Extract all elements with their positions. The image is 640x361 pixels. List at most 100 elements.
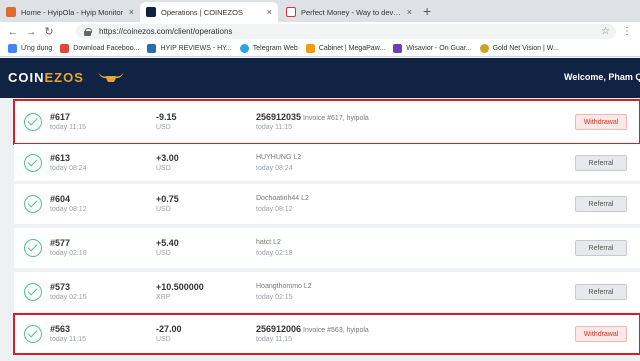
description-date: today 02:18 [256,250,293,257]
operation-currency: USD [156,206,171,213]
operation-amount: +5.40 [156,238,179,248]
description-date: today 11:15 [256,124,293,131]
close-icon[interactable]: × [129,7,134,17]
description-date: today 02:15 [256,294,293,301]
bookmark-label: Download Faceboo... [73,45,140,52]
close-icon[interactable]: × [407,7,412,17]
operation-date: today 08:24 [50,165,87,172]
operation-amount: +10.500000 [156,282,204,292]
logo-text: COIN [8,70,45,85]
operation-id: #604 [50,194,71,204]
operation-description: 256912006 Invoice #563, hyipola [256,324,369,334]
withdrawal-button[interactable]: Withdrawal [575,326,627,342]
operation-description: 256912035 Invoice #617, hyipola [256,112,369,122]
coinezos-logo[interactable]: COINEZOS [8,70,84,85]
operation-row: #617 today 11:15 -9.15 USD 256912035 Inv… [13,99,640,145]
operation-description: Dochoatinh44 L2 [256,195,309,202]
operation-amount: -27.00 [156,324,182,334]
url-text: https://coinezos.com/client/operations [99,27,233,36]
operation-row: #604 today 08:12 +0.75 USD Dochoatinh44 … [14,184,640,224]
referral-button[interactable]: Referral [575,284,627,300]
bookmark-label: Ứng dụng [21,45,53,52]
logo-accent-text: EZOS [44,70,84,85]
operation-date: today 02:15 [50,294,87,301]
operation-id: #617 [50,112,71,122]
description-text: Invoice #563, hyipola [303,327,369,334]
description-date: today 08:24 [256,165,293,172]
address-bar[interactable]: https://coinezos.com/client/operations ☆ [76,24,616,39]
operation-amount: +0.75 [156,194,179,204]
forward-arrow-icon[interactable]: → [22,26,40,38]
operation-description: Hoangthommo L2 [256,283,312,290]
new-tab-button[interactable]: + [423,3,431,19]
bookmark-label: Wisavior - On Guar... [406,45,472,52]
checkmark-circle-icon [24,283,42,301]
operation-date: today 11:15 [50,336,87,343]
telegram-icon [239,44,249,53]
referral-button[interactable]: Referral [575,155,627,171]
browser-tab-strip: Home - HyipOla - Hyip Monitor × Operatio… [0,0,640,22]
reload-icon[interactable]: ↻ [40,25,58,38]
operation-id: #573 [50,282,71,292]
bookmark-telegram[interactable]: Telegram Web [239,44,298,53]
browser-menu-icon[interactable]: ⋮ [622,26,632,37]
operation-date: today 11:15 [50,124,87,131]
browser-tab-hyipola[interactable]: Home - HyipOla - Hyip Monitor × [0,2,140,22]
megapaw-icon [305,44,315,53]
checkmark-circle-icon [24,325,42,343]
description-text: Invoice #617, hyipola [303,115,369,122]
perfect-money-favicon-icon [286,7,296,17]
apps-grid-icon [8,44,17,53]
browser-toolbar: ← → ↻ https://coinezos.com/client/operat… [0,22,640,41]
close-icon[interactable]: × [267,7,272,17]
operation-id: #577 [50,238,71,248]
checkmark-circle-icon [24,239,42,257]
bookmark-label: Gold Net Vision | W... [492,45,559,52]
checkmark-circle-icon [24,195,42,213]
bookmark-label: Cabinet | MegaPaw... [318,45,386,52]
wisavior-shield-icon [393,44,403,53]
bookmark-wisavior[interactable]: Wisavior - On Guar... [393,44,472,53]
checkmark-circle-icon [24,113,42,131]
coinezos-favicon-icon [146,7,156,17]
operation-description: hatct L2 [256,239,281,246]
operation-currency: XRP [156,294,171,301]
operation-currency: USD [156,165,171,172]
referral-button[interactable]: Referral [575,240,627,256]
operation-date: today 08:12 [50,206,87,213]
bookmark-label: Telegram Web [252,45,298,52]
hyipola-favicon-icon [6,7,16,17]
tab-label: Perfect Money - Way to develop [301,7,403,17]
browser-tab-perfectmoney[interactable]: Perfect Money - Way to develop × [280,2,418,22]
gold-coin-icon [479,44,489,53]
browser-tab-coinezos[interactable]: Operations | COINEZOS × [140,2,278,22]
operation-row: #563 today 11:15 -27.00 USD 256912006 In… [13,313,640,355]
operation-amount: +3.00 [156,153,179,163]
withdrawal-button[interactable]: Withdrawal [575,114,627,130]
bookmark-download-facebook[interactable]: Download Faceboo... [60,44,139,53]
bookmark-hyip-reviews[interactable]: HYIP REVIEWS - HY... [147,44,232,53]
operation-amount: -9.15 [156,112,177,122]
operation-row: #577 today 02:18 +5.40 USD hatct L2 toda… [14,228,640,268]
lock-icon [84,27,92,36]
bookmark-star-icon[interactable]: ☆ [601,26,610,37]
checkmark-circle-icon [24,154,42,172]
operation-id: #563 [50,324,71,334]
operation-currency: USD [156,124,171,131]
bull-horns-icon [98,72,124,82]
description-date: today 11:15 [256,336,293,343]
bookmark-gold-net-vision[interactable]: Gold Net Vision | W... [479,44,559,53]
hyip-reviews-icon [147,44,157,53]
bookmark-megapaw[interactable]: Cabinet | MegaPaw... [305,44,386,53]
operation-currency: USD [156,250,171,257]
referral-button[interactable]: Referral [575,196,627,212]
bookmark-apps[interactable]: Ứng dụng [8,44,52,53]
welcome-text: Welcome, Pham Qu [564,72,640,82]
tab-label: Home - HyipOla - Hyip Monitor [21,7,124,17]
operation-date: today 02:18 [50,250,87,257]
operation-description: HUYHUNG L2 [256,154,302,161]
bookmarks-bar: Ứng dụng Download Faceboo... HYIP REVIEW… [0,41,640,57]
operation-row: #573 today 02:15 +10.500000 XRP Hoangtho… [14,272,640,312]
bookmark-label: HYIP REVIEWS - HY... [160,45,232,52]
back-arrow-icon[interactable]: ← [4,26,22,38]
